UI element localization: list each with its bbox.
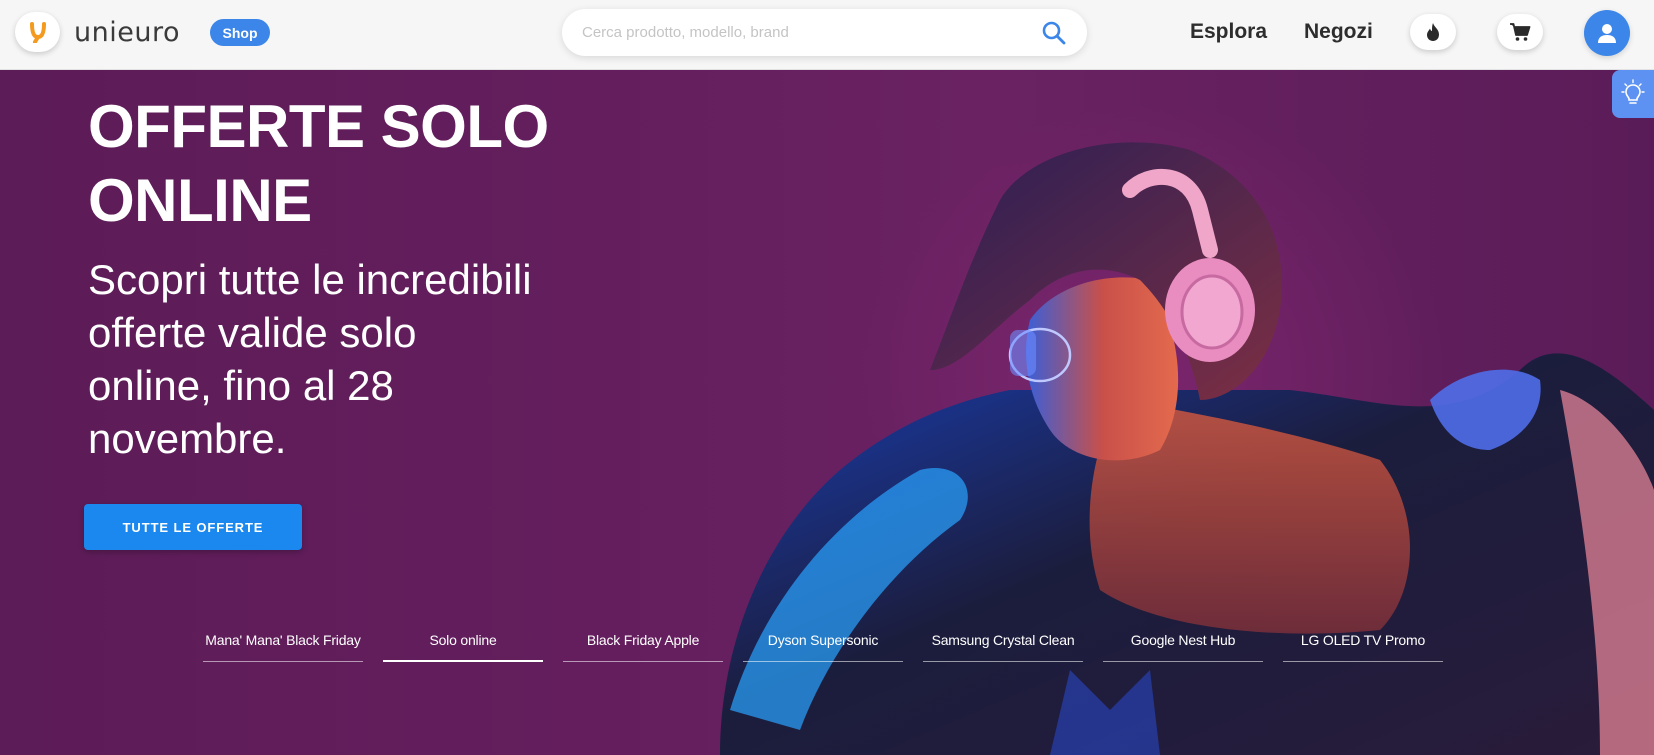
user-icon <box>1598 24 1616 43</box>
nav-esplora[interactable]: Esplora <box>1190 20 1267 44</box>
search-input[interactable] <box>582 9 1022 56</box>
tab-lg-oled-tv-promo[interactable]: LG OLED TV Promo <box>1283 626 1443 662</box>
flame-icon <box>1427 23 1439 41</box>
search-icon <box>1042 21 1066 45</box>
hero-title: OFFERTE SOLO ONLINE <box>88 93 549 234</box>
cart-button[interactable] <box>1497 14 1543 50</box>
hot-deals-button[interactable] <box>1410 14 1456 50</box>
hero-subtitle: Scopri tutte le incredibili offerte vali… <box>88 256 532 462</box>
unieuro-logo-icon <box>29 22 46 43</box>
shop-button[interactable]: Shop <box>210 19 270 46</box>
tab-black-friday-apple[interactable]: Black Friday Apple <box>563 626 723 662</box>
promo-tabs: Mana' Mana' Black Friday Solo online Bla… <box>203 626 1443 662</box>
site-header: unieuro Shop Esplora Negozi <box>0 0 1654 70</box>
cart-icon <box>1510 23 1531 41</box>
search-button[interactable] <box>1040 19 1068 47</box>
logo-wordmark[interactable]: unieuro <box>74 17 180 48</box>
tab-dyson-supersonic[interactable]: Dyson Supersonic <box>743 626 903 662</box>
search-bar <box>562 9 1087 56</box>
tab-samsung-crystal-clean[interactable]: Samsung Crystal Clean <box>923 626 1083 662</box>
nav-negozi[interactable]: Negozi <box>1304 20 1373 44</box>
tab-mana-mana-black-friday[interactable]: Mana' Mana' Black Friday <box>203 626 363 662</box>
lightbulb-icon <box>1621 79 1645 104</box>
account-button[interactable] <box>1584 10 1630 56</box>
all-offers-button[interactable]: TUTTE LE OFFERTE <box>84 504 302 550</box>
unieuro-logo-badge[interactable] <box>15 12 60 52</box>
tab-solo-online[interactable]: Solo online <box>383 626 543 662</box>
hero-banner: OFFERTE SOLO ONLINE Scopri tutte le incr… <box>0 70 1654 755</box>
tab-google-nest-hub[interactable]: Google Nest Hub <box>1103 626 1263 662</box>
feedback-widget[interactable] <box>1612 70 1654 118</box>
